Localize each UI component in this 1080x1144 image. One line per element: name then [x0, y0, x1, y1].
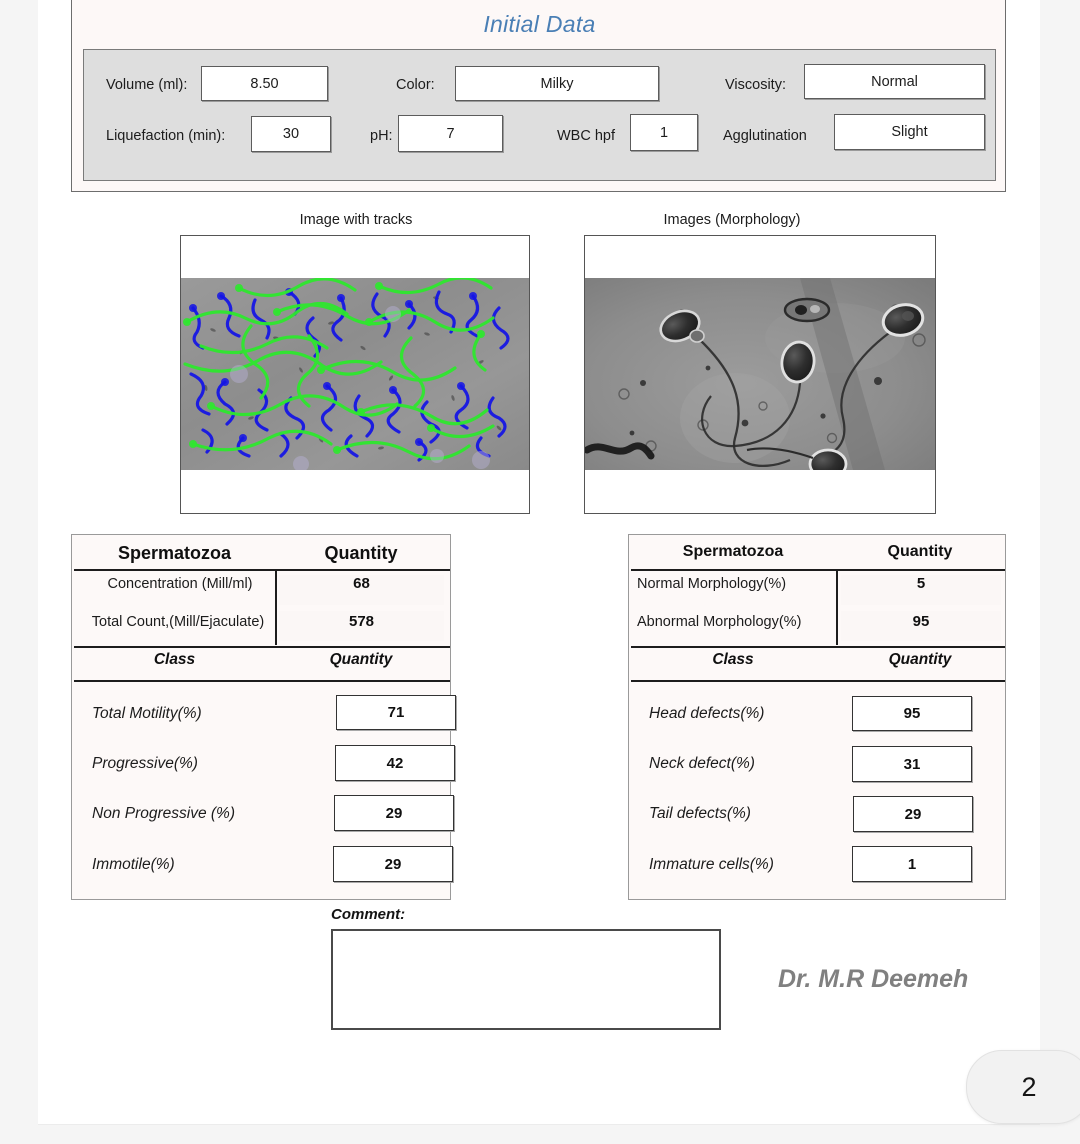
liquefaction-input[interactable]: 30	[251, 116, 331, 152]
wbc-input[interactable]: 1	[630, 114, 698, 151]
left-header-quantity: Quantity	[324, 543, 398, 563]
left-header-spermatozoa: Spermatozoa	[117, 543, 232, 563]
left-class-value[interactable]: 29	[333, 846, 453, 882]
initial-data-group: Volume (ml): 8.50 Color: Milky Viscosity…	[83, 49, 996, 181]
morphology-image-caption: Images (Morphology)	[663, 212, 801, 228]
right-class-label: Immature cells(%)	[649, 856, 774, 873]
page-number-indicator[interactable]: 2	[966, 1050, 1080, 1124]
volume-input[interactable]: 8.50	[201, 66, 328, 101]
color-label: Color:	[396, 77, 435, 93]
comment-box[interactable]	[331, 929, 721, 1030]
left-class-value[interactable]: 42	[335, 745, 455, 781]
left-row-label: Total Count,(Mill/Ejaculate)	[91, 614, 265, 630]
color-input[interactable]: Milky	[455, 66, 659, 101]
viscosity-label: Viscosity:	[725, 77, 786, 93]
page-bottom-divider	[38, 1124, 1040, 1125]
left-class-label: Immotile(%)	[92, 856, 175, 873]
agglutination-label: Agglutination	[723, 128, 807, 144]
ph-input[interactable]: 7	[398, 115, 503, 152]
left-subheader-class: Class	[153, 651, 196, 668]
right-class-value[interactable]: 95	[852, 696, 972, 731]
initial-data-form: Patient Wife Analysis Date 03.09.26 Abst…	[71, 0, 1006, 192]
left-class-value[interactable]: 29	[334, 795, 454, 831]
volume-label: Volume (ml):	[106, 77, 188, 93]
morphology-image-frame[interactable]	[584, 235, 936, 514]
left-row-value: 68	[353, 575, 370, 592]
document-page: Patient Wife Analysis Date 03.09.26 Abst…	[38, 0, 1040, 1124]
right-results-table: Spermatozoa Quantity Normal Morphology(%…	[628, 534, 1006, 900]
liquefaction-label: Liquefaction (min):	[106, 128, 226, 144]
right-subheader-quantity: Quantity	[888, 651, 952, 668]
right-row-value: 95	[912, 613, 930, 630]
left-class-label: Total Motility(%)	[92, 705, 202, 722]
right-row-label: Normal Morphology(%)	[637, 576, 787, 592]
left-class-value[interactable]: 71	[336, 695, 456, 730]
left-class-label: Progressive(%)	[92, 755, 198, 772]
right-class-label: Head defects(%)	[649, 705, 765, 722]
right-class-value[interactable]: 29	[853, 796, 973, 832]
viscosity-input[interactable]: Normal	[804, 64, 985, 99]
initial-data-title: Initial Data	[483, 11, 596, 37]
tracks-image	[181, 278, 529, 470]
morphology-image	[585, 278, 935, 470]
right-header-spermatozoa: Spermatozoa	[682, 543, 784, 560]
right-row-label: Abnormal Morphology(%)	[637, 614, 802, 630]
comment-label: Comment:	[331, 906, 406, 923]
right-class-label: Tail defects(%)	[649, 805, 751, 822]
left-results-table: Spermatozoa Quantity Concentration (Mill…	[71, 534, 456, 900]
tracks-image-frame[interactable]	[180, 235, 530, 514]
right-row-value: 5	[916, 575, 926, 592]
left-class-label: Non Progressive (%)	[92, 805, 235, 822]
right-subheader-class: Class	[712, 651, 754, 668]
wbc-label: WBC hpf	[557, 128, 616, 144]
left-row-value: 578	[348, 613, 375, 630]
tracks-image-caption: Image with tracks	[299, 212, 413, 228]
right-class-label: Neck defect(%)	[649, 755, 755, 772]
agglutination-input[interactable]: Slight	[834, 114, 985, 150]
left-row-label: Concentration (Mill/ml)	[107, 576, 253, 592]
right-class-value[interactable]: 1	[852, 846, 972, 882]
left-subheader-quantity: Quantity	[329, 651, 393, 668]
ph-label: pH:	[370, 128, 393, 144]
right-header-quantity: Quantity	[887, 543, 953, 560]
right-class-value[interactable]: 31	[852, 746, 972, 782]
signature: Dr. M.R Deemeh	[778, 965, 969, 993]
